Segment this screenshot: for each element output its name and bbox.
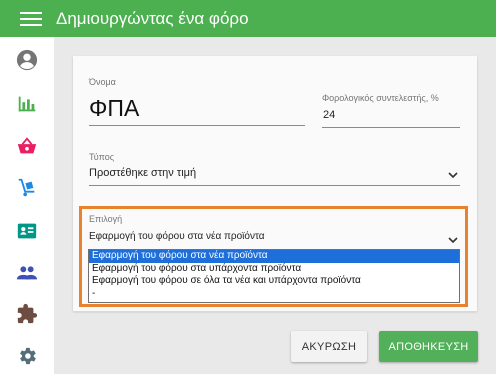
puzzle-icon[interactable]: [16, 303, 38, 325]
option-select-value[interactable]: Εφαρμογή του φόρου στα νέα προϊόντα: [89, 231, 265, 242]
card-divider: [73, 311, 477, 312]
account-circle-icon[interactable]: [16, 49, 38, 71]
cancel-button[interactable]: ΑΚΥΡΩΣΗ: [291, 331, 367, 362]
dropdown-option-existing-products[interactable]: Εφαρμογή του φόρου στα υπάρχοντα προϊόντ…: [89, 263, 459, 276]
option-dropdown-list: Εφαρμογή του φόρου στα νέα προϊόντα Εφαρ…: [88, 249, 460, 303]
chevron-down-icon[interactable]: [448, 171, 458, 179]
name-field-underline: [89, 125, 305, 126]
hamburger-menu-icon[interactable]: [20, 11, 42, 26]
type-select-value[interactable]: Προστέθηκε στην τιμή: [89, 167, 196, 179]
save-button[interactable]: ΑΠΟΘΗΚΕΥΣΗ: [379, 331, 478, 362]
tax-rate-field-label: Φορολογικός συντελεστής, %: [322, 93, 439, 103]
app-bar: Δημιουργώντας ένα φόρο: [0, 0, 496, 37]
shopping-basket-icon[interactable]: [16, 135, 38, 157]
type-select-underline: [89, 185, 460, 186]
dropdown-option-none[interactable]: -: [89, 288, 459, 301]
page-title: Δημιουργώντας ένα φόρο: [56, 8, 249, 28]
option-select-label: Επιλογή: [89, 214, 123, 224]
tax-rate-field-value[interactable]: 24: [323, 109, 335, 121]
id-card-icon[interactable]: [16, 220, 38, 242]
tax-rate-field-underline: [322, 127, 460, 128]
type-select-label: Τύπος: [89, 152, 115, 162]
name-field-value[interactable]: ΦΠΑ: [89, 95, 139, 122]
sidebar: [0, 37, 54, 374]
bar-chart-icon[interactable]: [16, 93, 38, 115]
dropdown-option-new-products[interactable]: Εφαρμογή του φόρου στα νέα προϊόντα: [89, 250, 459, 263]
dolly-cart-icon[interactable]: [16, 177, 38, 199]
people-icon[interactable]: [16, 262, 38, 284]
name-field-label: Όνομα: [89, 77, 116, 87]
gear-icon[interactable]: [16, 345, 38, 367]
dropdown-option-all-products[interactable]: Εφαρμογή του φόρου σε όλα τα νέα και υπά…: [89, 275, 459, 288]
chevron-down-icon[interactable]: [448, 236, 458, 244]
